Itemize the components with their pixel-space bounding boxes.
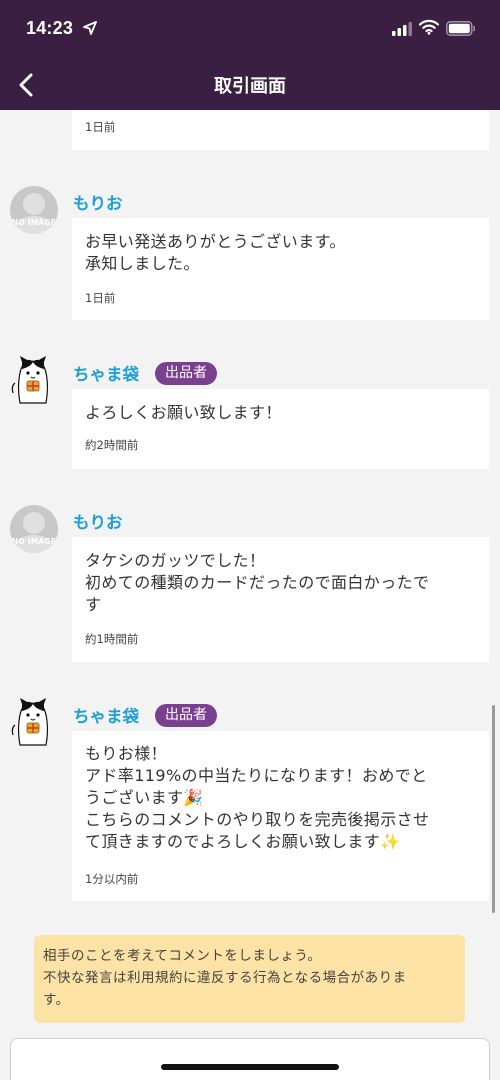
- username[interactable]: もりお: [73, 190, 123, 214]
- message-text: お早い発送ありがとうございます。 承知しました。: [85, 232, 346, 273]
- cellular-signal-icon: [392, 22, 412, 36]
- message-bubble: もりお様！ アド率119%の中当たりになります！おめでと うございます🎉 こちら…: [72, 731, 489, 901]
- notice-text: 相手のことを考えてコメントをしましょう。 不快な発言は利用規約に違反する行為とな…: [43, 948, 407, 1008]
- seller-badge: 出品者: [155, 704, 217, 727]
- comment-input[interactable]: [10, 1038, 490, 1080]
- message-time: 1日前: [85, 120, 116, 134]
- message-text: よろしくお願い致します！: [85, 403, 282, 422]
- nav-bar: 取引画面: [0, 60, 500, 110]
- status-bar: 14:23: [0, 0, 500, 60]
- message-time: 1分以内前: [85, 872, 139, 886]
- message-text: タケシのガッツでした！ 初めての種類のカードだったので面白かったで す: [85, 551, 430, 614]
- avatar[interactable]: NO IMAGE: [10, 186, 58, 234]
- message-bubble: タケシのガッツでした！ 初めての種類のカードだったので面白かったで す 約1時間…: [72, 537, 489, 662]
- page-title: 取引画面: [214, 76, 286, 97]
- seller-badge: 出品者: [155, 362, 217, 385]
- cat-avatar[interactable]: [10, 353, 56, 405]
- scroll-indicator[interactable]: [492, 705, 495, 913]
- message-time: 約1時間前: [85, 632, 139, 646]
- battery-icon: [446, 21, 476, 36]
- avatar[interactable]: NO IMAGE: [10, 505, 58, 553]
- message-bubble: 1日前: [72, 110, 489, 150]
- username[interactable]: ちゃま袋: [73, 361, 139, 385]
- avatar-label: NO IMAGE: [11, 218, 57, 227]
- username[interactable]: ちゃま袋: [73, 703, 139, 727]
- comment-guideline-notice: 相手のことを考えてコメントをしましょう。 不快な発言は利用規約に違反する行為とな…: [34, 935, 465, 1023]
- status-time: 14:23: [26, 18, 74, 38]
- message-time: 約2時間前: [85, 438, 139, 452]
- wifi-icon: [419, 19, 439, 35]
- cat-avatar[interactable]: [10, 695, 56, 747]
- message-time: 1日前: [85, 291, 116, 305]
- message-bubble: お早い発送ありがとうございます。 承知しました。 1日前: [72, 218, 489, 320]
- message-bubble: よろしくお願い致します！ 約2時間前: [72, 389, 489, 469]
- location-arrow-icon: [83, 21, 97, 35]
- home-indicator: [161, 1064, 339, 1070]
- username[interactable]: もりお: [73, 509, 123, 533]
- avatar-label: NO IMAGE: [11, 537, 57, 546]
- message-text: もりお様！ アド率119%の中当たりになります！おめでと うございます🎉 こちら…: [85, 744, 430, 851]
